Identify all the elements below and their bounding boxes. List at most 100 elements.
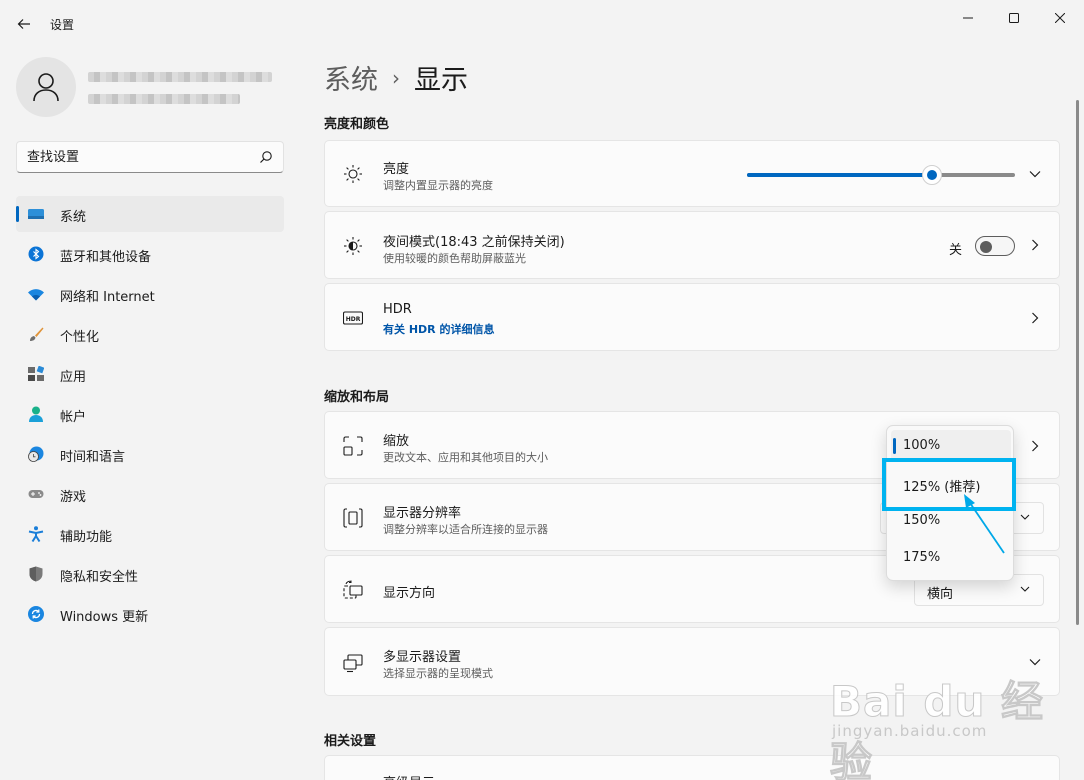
night-light-title: 夜间模式(18:43 之前保持关闭) — [383, 235, 565, 250]
sidebar-item-label: Windows 更新 — [60, 610, 149, 625]
sidebar-item-gaming[interactable]: 游戏 — [16, 476, 284, 512]
brightness-title: 亮度 — [383, 162, 410, 177]
sidebar-item-apps[interactable]: 应用 — [16, 356, 284, 392]
search-icon — [260, 151, 272, 163]
baidu-watermark: Bai du 经验 jingyan.baidu.com — [830, 668, 1084, 780]
minimize-icon — [963, 17, 973, 19]
user-email-redacted — [88, 94, 240, 104]
selected-indicator — [893, 438, 896, 454]
watermark-url: jingyan.baidu.com — [832, 722, 988, 740]
back-arrow-icon — [17, 19, 30, 29]
orientation-title: 显示方向 — [383, 586, 436, 601]
chevron-down-icon — [1029, 659, 1041, 666]
clock-globe-icon — [28, 446, 44, 462]
sidebar-item-label: 隐私和安全性 — [60, 570, 139, 585]
brightness-slider-thumb[interactable] — [921, 165, 942, 185]
hdr-link[interactable]: 有关 HDR 的详细信息 — [383, 321, 494, 337]
sidebar-item-label: 帐户 — [60, 410, 87, 425]
breadcrumb: 系统 › 显示 — [324, 58, 468, 97]
scrollbar[interactable] — [1076, 100, 1079, 625]
sidebar-item-accessibility[interactable]: 辅助功能 — [16, 516, 284, 552]
brightness-slider-fill — [747, 173, 932, 177]
breadcrumb-parent[interactable]: 系统 — [324, 58, 378, 97]
section-heading-related: 相关设置 — [324, 734, 377, 749]
maximize-icon — [1009, 13, 1019, 23]
breadcrumb-separator: › — [392, 65, 400, 90]
sidebar-item-network[interactable]: 网络和 Internet — [16, 276, 284, 312]
night-light-card[interactable]: 夜间模式(18:43 之前保持关闭) 使用较暖的颜色帮助屏蔽蓝光 关 — [324, 211, 1060, 279]
accessibility-icon — [28, 526, 44, 542]
hdr-card[interactable]: HDR HDR 有关 HDR 的详细信息 — [324, 283, 1060, 351]
sidebar-item-label: 辅助功能 — [60, 530, 113, 545]
chevron-down-icon — [1029, 171, 1041, 178]
brightness-card[interactable]: 亮度 调整内置显示器的亮度 — [324, 140, 1060, 207]
multi-display-icon — [343, 654, 363, 673]
sidebar-item-time-language[interactable]: 时间和语言 — [16, 436, 284, 472]
app-title: 设置 — [50, 18, 75, 32]
account-icon — [29, 406, 43, 422]
close-button[interactable] — [1038, 4, 1082, 32]
sidebar-item-windows-update[interactable]: Windows 更新 — [16, 596, 284, 632]
advanced-display-title: 高级显示 — [383, 772, 435, 780]
sidebar-item-label: 应用 — [60, 370, 87, 385]
wifi-icon — [28, 289, 44, 301]
sun-icon — [344, 165, 362, 183]
close-icon — [1055, 13, 1065, 23]
night-light-subtitle: 使用较暖的颜色帮助屏蔽蓝光 — [383, 252, 526, 265]
chevron-right-icon — [1032, 239, 1039, 251]
sidebar-item-privacy[interactable]: 隐私和安全性 — [16, 556, 284, 592]
hdr-icon: HDR — [343, 311, 363, 325]
chevron-right-icon — [1032, 440, 1039, 452]
search-input[interactable] — [27, 148, 247, 166]
section-heading-brightness-color: 亮度和颜色 — [324, 117, 390, 132]
hdr-title: HDR — [383, 302, 412, 317]
toggle-knob — [980, 241, 992, 253]
maximize-button[interactable] — [992, 4, 1036, 32]
active-indicator — [16, 206, 19, 222]
sidebar-item-label: 时间和语言 — [60, 450, 126, 465]
resolution-title: 显示器分辨率 — [383, 506, 462, 521]
scale-subtitle: 更改文本、应用和其他项目的大小 — [383, 451, 548, 464]
expand-chevron[interactable] — [1027, 166, 1043, 182]
sidebar-item-system[interactable]: 系统 — [16, 196, 284, 232]
minimize-button[interactable] — [946, 4, 990, 32]
night-light-state: 关 — [949, 243, 963, 258]
chevron-down-icon — [1020, 586, 1030, 592]
sidebar-item-bluetooth[interactable]: 蓝牙和其他设备 — [16, 236, 284, 272]
multi-display-title: 多显示器设置 — [383, 650, 462, 665]
resolution-icon — [343, 508, 363, 528]
orientation-icon — [343, 580, 363, 599]
sidebar-item-personalization[interactable]: 个性化 — [16, 316, 284, 352]
scale-option-label: 100% — [903, 438, 941, 453]
back-button[interactable] — [10, 10, 38, 38]
sidebar-item-label: 系统 — [60, 210, 87, 225]
scale-option[interactable]: 175% — [891, 542, 1011, 574]
section-heading-scale-layout: 缩放和布局 — [324, 390, 390, 405]
system-icon — [28, 209, 44, 219]
chevron-right-icon — [1032, 312, 1039, 324]
scale-chevron[interactable] — [1027, 438, 1043, 454]
resolution-subtitle: 调整分辨率以适合所连接的显示器 — [383, 523, 548, 536]
night-light-chevron[interactable] — [1027, 237, 1043, 253]
page-title: 显示 — [414, 65, 468, 96]
search-box[interactable] — [16, 141, 284, 173]
brightness-slider[interactable] — [747, 165, 1015, 185]
sidebar-item-label: 游戏 — [60, 490, 87, 505]
user-icon — [33, 73, 59, 102]
chevron-down-icon — [1020, 514, 1030, 520]
sidebar-item-label: 蓝牙和其他设备 — [60, 250, 152, 265]
hdr-chevron[interactable] — [1027, 310, 1043, 326]
update-icon — [28, 606, 44, 622]
scale-title: 缩放 — [383, 434, 410, 449]
title-bar: 设置 — [0, 0, 1084, 48]
scale-icon — [343, 436, 363, 456]
night-light-toggle[interactable] — [975, 236, 1015, 256]
sidebar-item-label: 网络和 Internet — [60, 290, 155, 305]
gamepad-icon — [28, 490, 44, 498]
avatar[interactable] — [16, 57, 76, 117]
sidebar-item-label: 个性化 — [60, 330, 100, 345]
sidebar-item-accounts[interactable]: 帐户 — [16, 396, 284, 432]
orientation-value: 横向 — [927, 587, 954, 602]
user-name-redacted — [88, 72, 272, 82]
svg-text:HDR: HDR — [346, 316, 361, 323]
